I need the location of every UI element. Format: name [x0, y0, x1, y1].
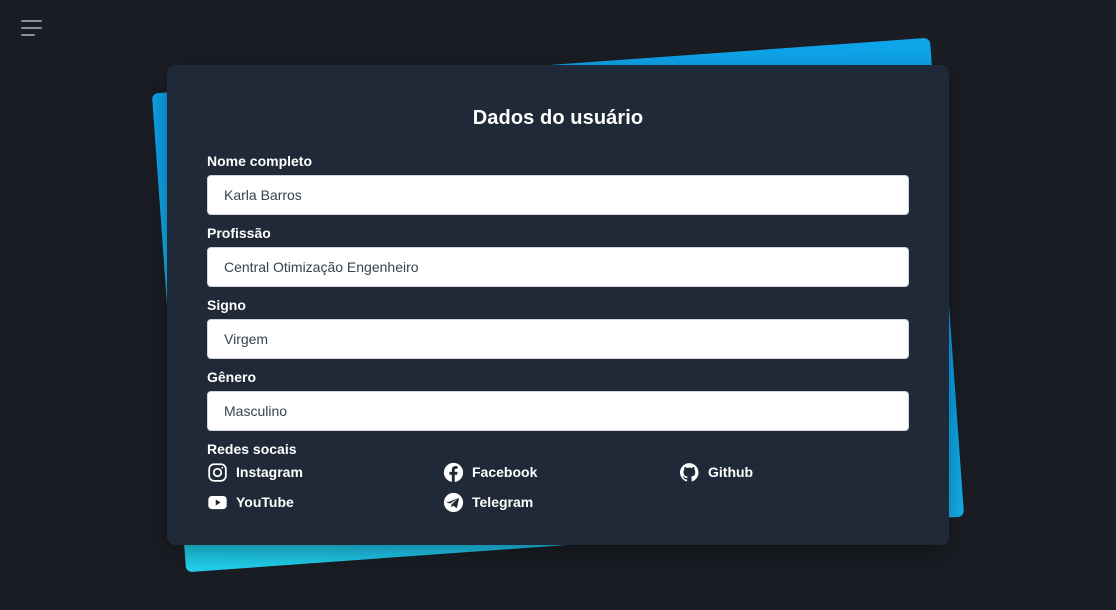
gender-field: Gênero Masculino [207, 369, 909, 431]
social-link-label: YouTube [236, 494, 294, 510]
card-title: Dados do usuário [472, 107, 644, 129]
social-link-github[interactable]: Github [679, 461, 753, 483]
full-name-input[interactable]: Karla Barros [207, 175, 909, 215]
instagram-icon [207, 462, 228, 483]
gender-label: Gênero [207, 369, 257, 385]
hamburger-menu-icon[interactable] [21, 19, 43, 37]
github-icon [679, 462, 700, 483]
full-name-label: Nome completo [207, 153, 313, 169]
telegram-icon [443, 492, 464, 513]
profession-input[interactable]: Central Otimização Engenheiro [207, 247, 909, 287]
menu-line [21, 27, 42, 29]
social-link-label: Github [708, 464, 754, 480]
user-data-card: Dados do usuário Nome completo Karla Bar… [167, 65, 949, 545]
menu-line [21, 34, 35, 36]
social-link-instagram[interactable]: Instagram [207, 461, 303, 483]
social-link-youtube[interactable]: YouTube [207, 491, 294, 513]
full-name-field: Nome completo Karla Barros [207, 153, 909, 215]
social-link-label: Facebook [472, 464, 538, 480]
sign-field: Signo Virgem [207, 297, 909, 359]
social-networks-label: Redes socais [207, 441, 297, 457]
sign-input[interactable]: Virgem [207, 319, 909, 359]
profession-field: Profissão Central Otimização Engenheiro [207, 225, 909, 287]
menu-line [21, 20, 42, 22]
social-link-label: Instagram [236, 464, 303, 480]
social-link-telegram[interactable]: Telegram [443, 491, 533, 513]
facebook-icon [443, 462, 464, 483]
sign-label: Signo [207, 297, 246, 313]
profession-label: Profissão [207, 225, 271, 241]
page: Dados do usuário Nome completo Karla Bar… [0, 0, 1116, 610]
social-link-label: Telegram [472, 494, 534, 510]
youtube-icon [207, 492, 228, 513]
gender-input[interactable]: Masculino [207, 391, 909, 431]
social-link-facebook[interactable]: Facebook [443, 461, 537, 483]
